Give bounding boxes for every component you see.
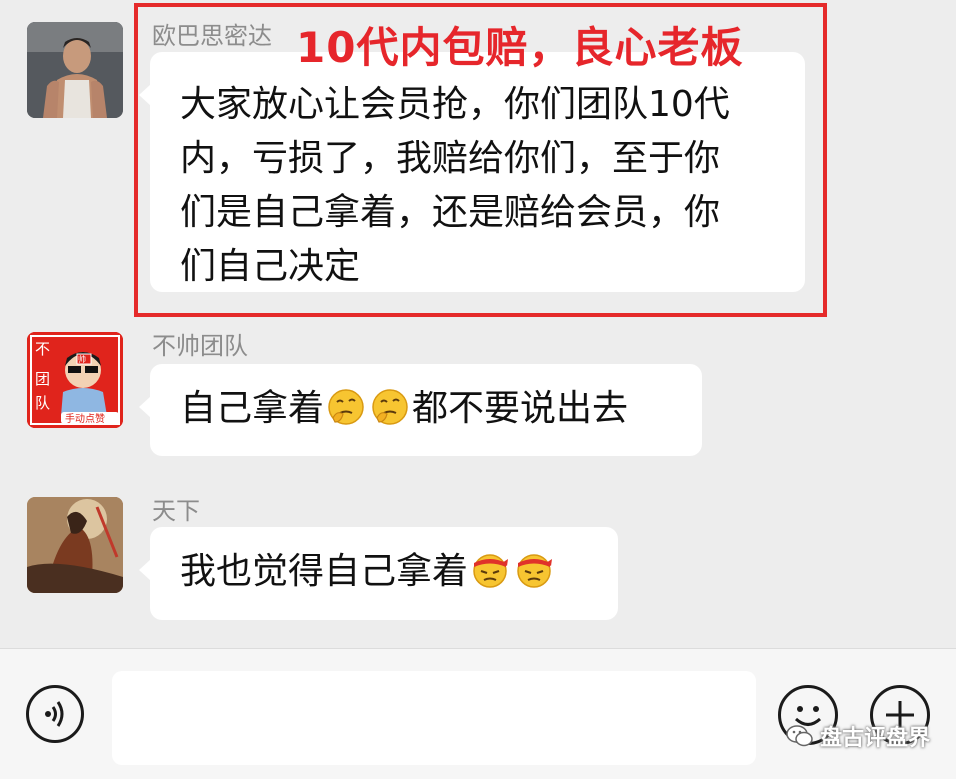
message-text: 我也觉得自己拿着: [180, 551, 469, 592]
avatar-bushuai-team[interactable]: 不 团 队 帅 手动点赞: [27, 332, 123, 428]
sender-name: 天下: [152, 497, 200, 525]
thinking-emoji-icon: [372, 389, 408, 425]
chat-input-bar: [0, 648, 956, 779]
message-bubble[interactable]: 自己拿着 都不要说出去: [139, 364, 702, 456]
avatar-char-2: 帅: [78, 354, 86, 364]
avatar-char-1: 不: [35, 340, 50, 358]
avatar-caption: 手动点赞: [65, 412, 105, 425]
sender-name: 不帅团队: [152, 332, 248, 360]
thinking-emoji-icon: [328, 389, 364, 425]
message-input[interactable]: [112, 671, 756, 765]
watermark-text: 盘古评盘界: [820, 726, 931, 751]
avatar-oubasimida[interactable]: [27, 22, 123, 118]
cartoon-team-avatar-icon: 不 团 队 帅 手动点赞: [27, 332, 123, 428]
angry-headband-emoji-icon: [473, 554, 509, 588]
message-bubble[interactable]: 我也觉得自己拿着: [139, 527, 618, 620]
message-text: 自己拿着: [180, 388, 325, 429]
watermark: 盘古评盘界: [785, 720, 930, 756]
angry-headband-emoji-icon: [517, 554, 553, 588]
avatar-char-4: 队: [35, 394, 50, 412]
message-text: 都不要说出去: [412, 388, 629, 429]
annotation-text: 10代内包赔，良心老板: [296, 23, 744, 72]
wechat-official-account-icon: [786, 725, 813, 747]
avatar-tianxia[interactable]: [27, 497, 123, 593]
muscular-man-avatar-icon: [27, 22, 123, 118]
avatar-char-3: 团: [35, 370, 50, 388]
fantasy-art-avatar-icon: [27, 497, 123, 593]
voice-icon: [45, 701, 64, 727]
voice-button[interactable]: [26, 685, 84, 743]
